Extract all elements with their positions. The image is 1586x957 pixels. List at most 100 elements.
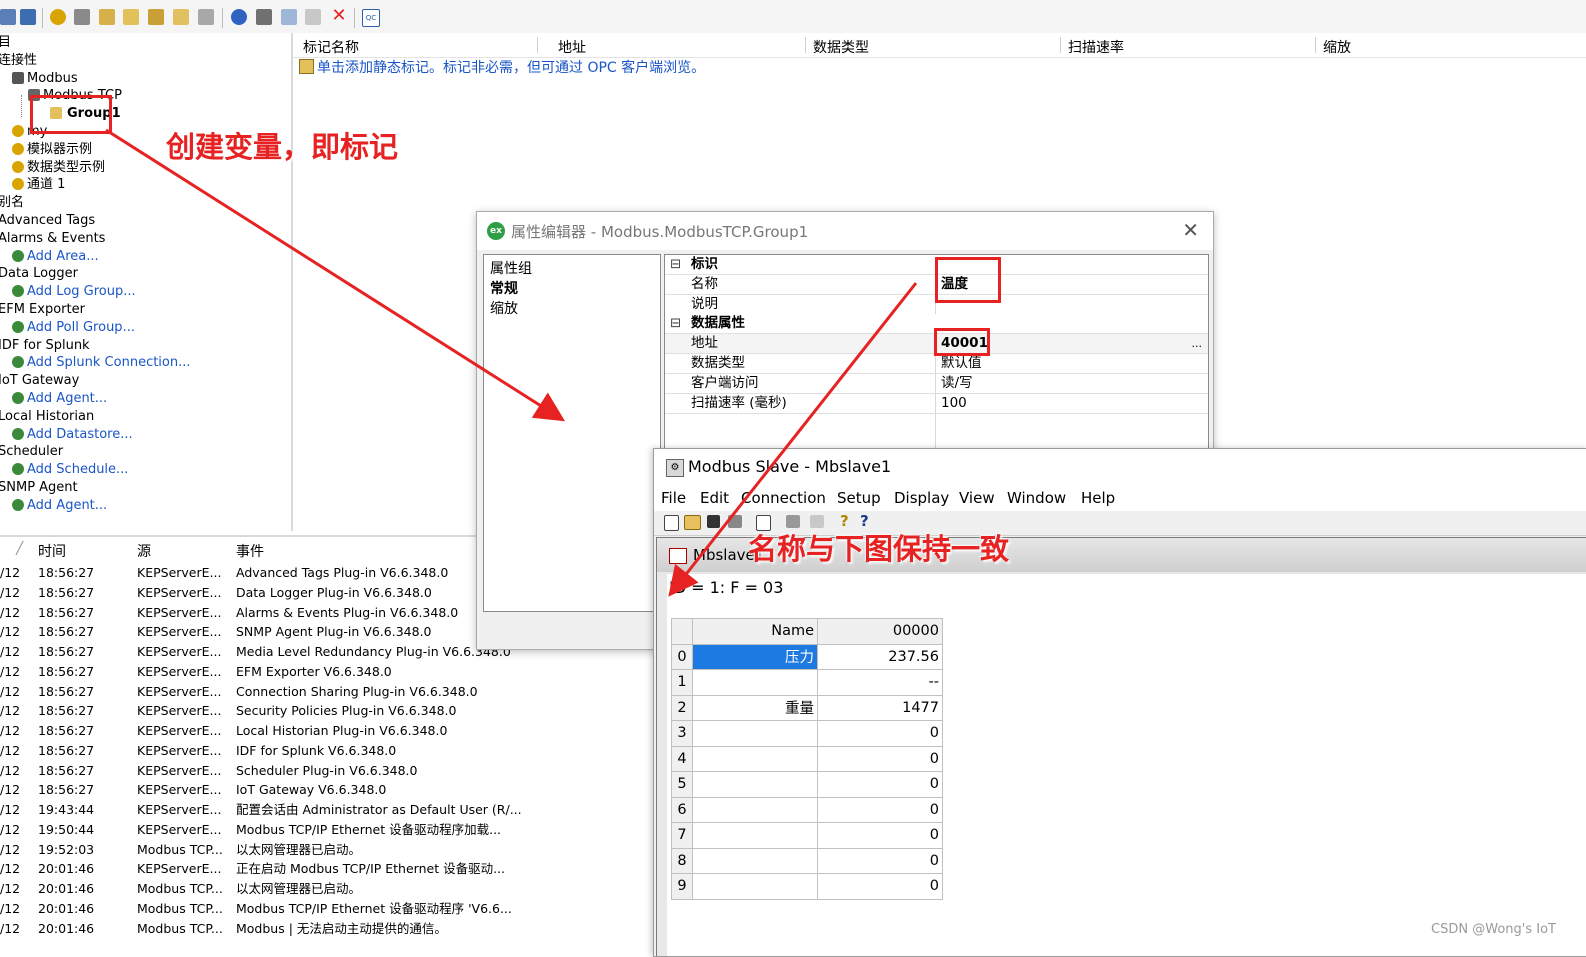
paste-icon[interactable] <box>305 9 321 25</box>
tree-item[interactable]: Add Log Group... <box>12 283 136 301</box>
property-row[interactable]: 数据类型 默认值 <box>665 354 1208 374</box>
collapse-icon[interactable]: ⊟ <box>670 255 681 274</box>
tree-item[interactable]: Add Splunk Connection... <box>12 354 191 372</box>
new-tag-icon[interactable] <box>123 9 139 25</box>
tree-item[interactable]: 模拟器示例 <box>12 141 92 159</box>
register-row[interactable]: 70 <box>671 822 943 849</box>
tree-item[interactable]: Scheduler <box>0 443 63 461</box>
menu-view[interactable]: View <box>959 489 995 507</box>
menu-connection[interactable]: Connection <box>741 489 826 507</box>
register-value[interactable]: 0 <box>817 771 943 798</box>
col-data-type[interactable]: 数据类型 <box>813 37 869 57</box>
register-row[interactable]: 1 -- <box>671 669 943 696</box>
property-row[interactable]: 客户端访问 读/写 <box>665 374 1208 394</box>
menu-window[interactable]: Window <box>1007 489 1066 507</box>
register-row[interactable]: 50 <box>671 771 943 798</box>
event-row[interactable]: /12 20:01:46 Modbus TCP... Modbus TCP/IP Et… <box>0 899 660 918</box>
tree-item[interactable]: Add Datastore... <box>12 426 133 444</box>
event-row[interactable]: /12 19:50:44 KEPServerE... Modbus TCP/IP Et… <box>0 820 660 839</box>
register-value[interactable]: 1477 <box>817 694 943 721</box>
tree-item[interactable]: IoT Gateway <box>0 372 79 390</box>
col-time[interactable]: 时间 <box>38 541 66 561</box>
register-row[interactable]: 80 <box>671 847 943 874</box>
col-scan-rate[interactable]: 扫描速率 <box>1068 37 1124 57</box>
register-name[interactable] <box>692 822 818 849</box>
new-device-icon[interactable] <box>74 9 90 25</box>
cut-icon[interactable] <box>256 9 272 25</box>
event-row[interactable]: /12 18:56:27 KEPServerE... Security Policie… <box>0 701 660 720</box>
modbus-slave-titlebar[interactable]: ⚙ Modbus Slave - Mbslave1 <box>654 449 1586 485</box>
tree-item[interactable]: Local Historian <box>0 408 94 426</box>
bulk-tag-icon[interactable] <box>148 9 164 25</box>
col-source[interactable]: 源 <box>137 541 151 561</box>
tree-item[interactable]: EFM Exporter <box>0 301 85 319</box>
register-value[interactable]: 237.56 <box>817 643 943 670</box>
add-static-tag-hint[interactable]: 单击添加静态标记。标记非必需，但可通过 OPC 客户端浏览。 <box>299 59 705 77</box>
register-name[interactable] <box>692 847 818 874</box>
register-value[interactable]: 0 <box>817 822 943 849</box>
tree-item[interactable]: 数据类型示例 <box>12 159 105 177</box>
event-row[interactable]: /12 18:56:27 KEPServerE... Scheduler Plug-i… <box>0 761 660 780</box>
event-row[interactable]: /12 18:56:27 KEPServerE... IDF for Splunk V… <box>0 741 660 760</box>
tree-item[interactable]: 目 <box>0 34 11 52</box>
close-icon[interactable]: ✕ <box>1182 218 1199 242</box>
tree-item[interactable]: Add Agent... <box>12 497 107 515</box>
open-folder-icon[interactable] <box>684 515 701 530</box>
tree-item[interactable]: Advanced Tags <box>0 212 95 230</box>
properties-icon[interactable] <box>198 9 214 25</box>
register-row[interactable]: 0 压力 237.56 <box>671 643 943 670</box>
menu-edit[interactable]: Edit <box>700 489 729 507</box>
copy-icon[interactable] <box>281 9 297 25</box>
event-row[interactable]: /12 19:43:44 KEPServerE... 配置会话由 Administra… <box>0 800 660 819</box>
event-row[interactable]: /12 18:56:27 KEPServerE... Connection Shari… <box>0 682 660 701</box>
new-group-icon[interactable] <box>99 9 115 25</box>
delete-icon[interactable]: ✕ <box>331 7 347 25</box>
event-row[interactable]: /12 18:56:27 KEPServerE... EFM Exporter V6.… <box>0 662 660 681</box>
register-name[interactable] <box>692 720 818 747</box>
new-channel-icon[interactable] <box>50 9 66 25</box>
register-value[interactable]: 0 <box>817 873 943 900</box>
register-value[interactable]: 0 <box>817 720 943 747</box>
register-row[interactable]: 90 <box>671 873 943 900</box>
register-name[interactable]: 重量 <box>692 694 818 721</box>
col-event[interactable]: 事件 <box>236 541 264 561</box>
property-row[interactable]: 扫描速率 (毫秒) 100 <box>665 394 1208 414</box>
register-row[interactable]: 30 <box>671 720 943 747</box>
tree-item[interactable]: Add Agent... <box>12 390 107 408</box>
register-name[interactable] <box>692 771 818 798</box>
register-row[interactable]: 40 <box>671 745 943 772</box>
quick-client-icon[interactable]: QC <box>362 9 380 27</box>
event-row[interactable]: /12 20:01:46 Modbus TCP... Modbus | 无法启动主动提… <box>0 919 660 938</box>
menu-help[interactable]: Help <box>1081 489 1115 507</box>
property-editor-titlebar[interactable]: ex 属性编辑器 - Modbus.ModbusTCP.Group1 ✕ <box>477 212 1213 250</box>
property-value[interactable]: 读/写 <box>941 374 973 393</box>
tree-item[interactable]: Add Poll Group... <box>12 319 135 337</box>
register-name[interactable] <box>692 873 818 900</box>
print-icon[interactable] <box>728 515 742 528</box>
register-value[interactable]: 0 <box>817 745 943 772</box>
register-value[interactable]: -- <box>817 669 943 696</box>
tree-item[interactable]: Alarms & Events <box>0 230 105 248</box>
tree-item[interactable]: SNMP Agent <box>0 479 78 497</box>
register-name[interactable] <box>692 796 818 823</box>
register-value[interactable]: 0 <box>817 847 943 874</box>
group-scaling[interactable]: 缩放 <box>490 298 518 318</box>
property-value[interactable]: 100 <box>941 394 967 413</box>
event-row[interactable]: /12 20:01:46 Modbus TCP... 以太网管理器已启动。 <box>0 879 660 898</box>
menu-display[interactable]: Display <box>894 489 949 507</box>
register-value[interactable]: 0 <box>817 796 943 823</box>
folder-icon[interactable] <box>173 9 189 25</box>
tree-item[interactable]: Data Logger <box>0 265 78 283</box>
browse-address-button[interactable]: ... <box>1192 334 1203 353</box>
menu-setup[interactable]: Setup <box>837 489 881 507</box>
property-value[interactable]: 默认值 <box>941 354 982 373</box>
col-tag-name[interactable]: 标记名称 <box>303 37 359 57</box>
save-as-icon[interactable] <box>20 9 36 25</box>
col-scaling[interactable]: 缩放 <box>1323 37 1351 57</box>
save-icon[interactable] <box>0 9 16 25</box>
event-row[interactable]: /12 20:01:46 KEPServerE... 正在启动 Modbus TCP/… <box>0 859 660 878</box>
tree-item[interactable]: Modbus <box>12 70 78 88</box>
register-name[interactable] <box>692 745 818 772</box>
new-file-icon[interactable] <box>664 515 679 531</box>
tree-item[interactable]: Add Area... <box>12 248 99 266</box>
